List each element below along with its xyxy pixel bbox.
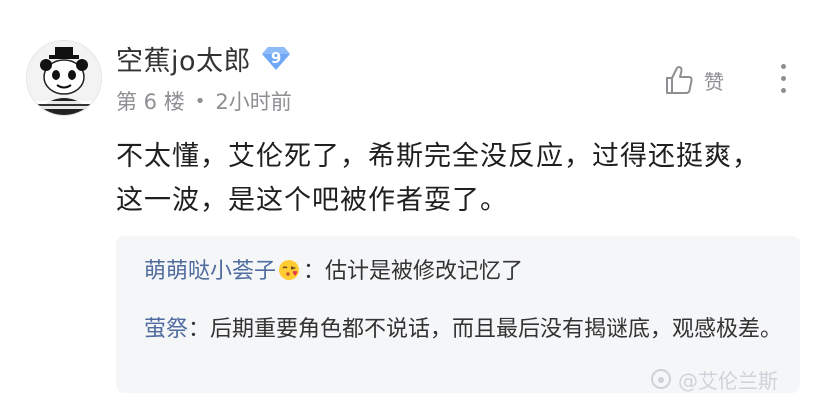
reply-item[interactable]: 萌萌哒小荟子 ：估计是被修改记忆了	[144, 254, 784, 290]
reply-separator: ：	[188, 317, 211, 342]
user-header: 空蕉jo太郎 9	[116, 39, 291, 78]
meta-separator: •	[194, 90, 206, 112]
watermark-text: @艾伦兰斯	[678, 368, 778, 393]
post-meta: 第 6 楼 • 2小时前	[116, 86, 292, 116]
thumbs-up-icon	[666, 66, 693, 94]
more-options-button[interactable]	[772, 58, 796, 98]
reply-item[interactable]: 萤祭：后期重要角色都不说话，而且最后没有揭谜底，观感极差。	[144, 312, 784, 348]
blowing-kiss-emoji-icon	[278, 259, 300, 281]
watermark: @艾伦兰斯	[650, 362, 778, 396]
post-time: 2小时前	[215, 90, 292, 114]
comment-card: 空蕉jo太郎 9 第 6 楼 • 2小时前 赞 不太懂，艾伦死了，希斯完全没反应…	[0, 0, 828, 403]
level-number: 9	[270, 49, 282, 67]
level-badge: 9	[261, 45, 291, 71]
reply-text: 后期重要角色都不说话，而且最后没有揭谜底，观感极差。	[210, 317, 783, 342]
like-button[interactable]: 赞	[664, 60, 724, 100]
reply-text: 估计是被修改记忆了	[325, 259, 524, 284]
avatar[interactable]	[26, 40, 102, 116]
weibo-logo-icon	[651, 369, 671, 389]
panda-meme-avatar-icon	[27, 41, 101, 115]
more-dots-icon	[781, 64, 786, 69]
reply-author[interactable]: 萌萌哒小荟子	[144, 259, 276, 284]
like-label: 赞	[704, 69, 724, 94]
comment-text: 不太懂，艾伦死了，希斯完全没反应，过得还挺爽，这一波，是这个吧被作者耍了。	[116, 141, 760, 216]
username[interactable]: 空蕉jo太郎	[116, 39, 251, 78]
reply-author[interactable]: 萤祭	[144, 317, 188, 342]
reply-separator: ：	[303, 259, 326, 284]
floor-number: 第 6 楼	[116, 90, 185, 114]
